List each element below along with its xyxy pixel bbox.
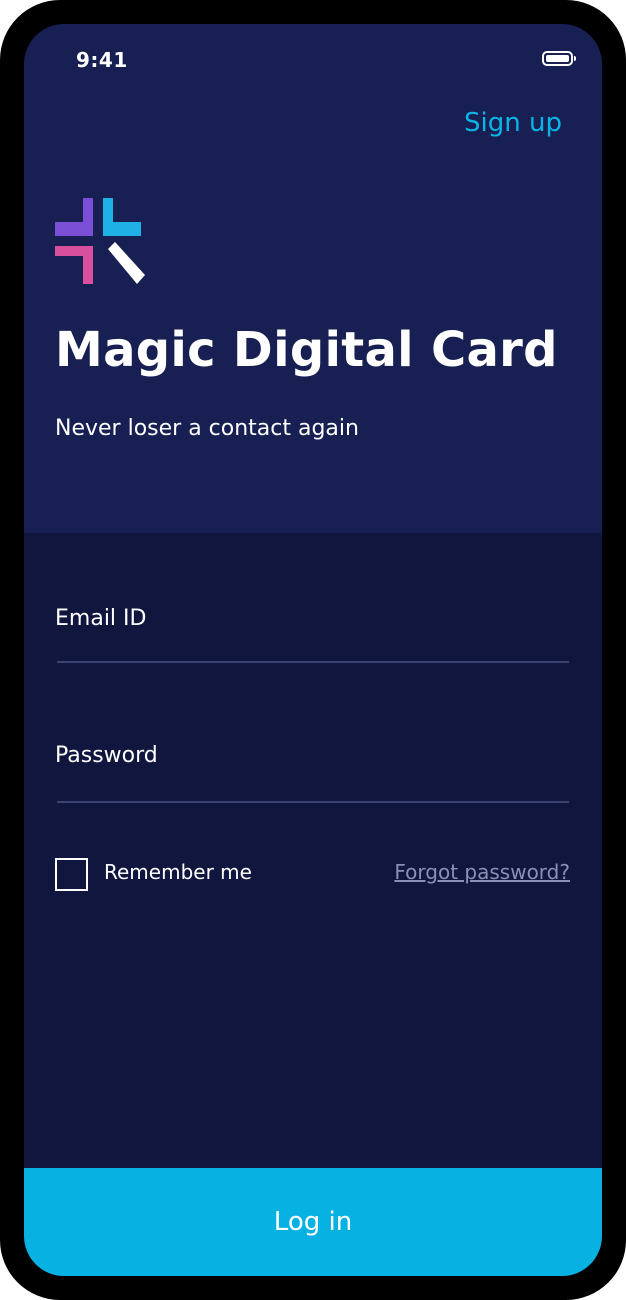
forgot-password-link[interactable]: Forgot password? xyxy=(394,860,570,884)
logo-white-diagonal xyxy=(108,242,145,284)
password-field[interactable]: Password xyxy=(55,743,158,768)
battery-icon xyxy=(542,51,576,66)
remember-me-label[interactable]: Remember me xyxy=(104,860,252,884)
email-underline xyxy=(57,661,569,663)
email-field[interactable]: Email ID xyxy=(55,606,146,631)
app-title: Magic Digital Card xyxy=(55,322,558,378)
screen: 9:41 Sign up Magic Digital Card Never lo… xyxy=(24,24,602,1276)
status-time: 9:41 xyxy=(76,48,128,72)
logo-blue-horizontal xyxy=(103,222,141,236)
login-button[interactable]: Log in xyxy=(24,1168,602,1276)
hero-section: 9:41 Sign up Magic Digital Card Never lo… xyxy=(24,24,602,533)
app-tagline: Never loser a contact again xyxy=(55,416,359,441)
sign-up-link[interactable]: Sign up xyxy=(464,108,562,138)
logo-purple-horizontal xyxy=(55,222,93,236)
remember-me-checkbox[interactable] xyxy=(55,858,88,891)
password-underline xyxy=(57,801,569,803)
device-frame: 9:41 Sign up Magic Digital Card Never lo… xyxy=(0,0,626,1300)
logo-pink-vertical xyxy=(83,246,93,284)
app-logo-icon xyxy=(55,198,145,284)
